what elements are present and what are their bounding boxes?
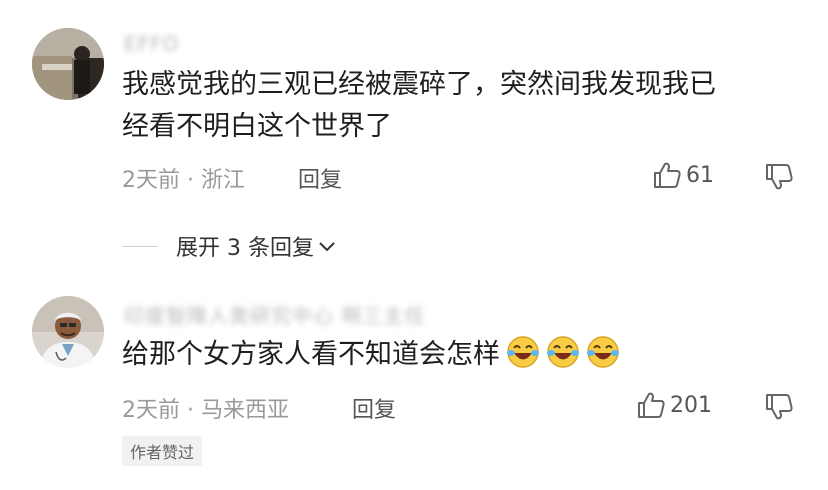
comment-text: 给那个女方家人看不知道会怎样 <box>122 334 620 376</box>
meta-separator: · <box>187 398 194 423</box>
comment-location: 马来西亚 <box>201 398 290 423</box>
meta-separator: · <box>187 168 194 193</box>
like-button[interactable]: 61 <box>652 160 714 190</box>
like-button[interactable]: 201 <box>636 390 712 420</box>
comment-text-line: 给那个女方家人看不知道会怎样 <box>122 339 500 370</box>
avatar-photo <box>32 296 104 368</box>
reply-button[interactable]: 回复 <box>352 392 396 424</box>
avatar[interactable] <box>32 28 104 100</box>
comment-text: 我感觉我的三观已经被震碎了，突然间我发现我已 经看不明白这个世界了 <box>122 64 802 148</box>
comment-time: 2天前 <box>122 398 180 423</box>
thumbs-down-icon[interactable] <box>764 392 794 422</box>
like-count: 61 <box>686 162 714 188</box>
laughing-tears-icon <box>507 336 539 368</box>
expand-replies-button[interactable]: 展开 3 条回复 <box>122 230 338 262</box>
comment-text-line: 经看不明白这个世界了 <box>122 111 392 142</box>
username[interactable]: EFFO <box>124 32 179 56</box>
like-count: 201 <box>670 392 712 418</box>
avatar-photo <box>32 28 104 100</box>
chevron-down-icon <box>319 242 335 252</box>
emoji-group <box>500 336 620 370</box>
comment-location: 浙江 <box>201 168 246 193</box>
comment-text-line: 我感觉我的三观已经被震碎了，突然间我发现我已 <box>122 69 716 100</box>
expand-replies-label: 展开 3 条回复 <box>176 236 314 261</box>
comment-time: 2天前 <box>122 168 180 193</box>
comment-meta: 2天前 · 马来西亚 <box>122 392 289 424</box>
divider <box>122 245 158 247</box>
thumbs-down-icon[interactable] <box>764 162 794 192</box>
laughing-tears-icon <box>587 336 619 368</box>
thumbs-up-icon <box>638 392 665 418</box>
avatar[interactable] <box>32 296 104 368</box>
username[interactable]: 印度智障人类研究中心 啊三主任 <box>124 300 425 329</box>
reply-button[interactable]: 回复 <box>298 162 342 194</box>
laughing-tears-icon <box>547 336 579 368</box>
thumbs-up-icon <box>654 162 681 188</box>
comment-meta: 2天前 · 浙江 <box>122 162 245 194</box>
author-liked-badge: 作者赞过 <box>122 436 203 466</box>
